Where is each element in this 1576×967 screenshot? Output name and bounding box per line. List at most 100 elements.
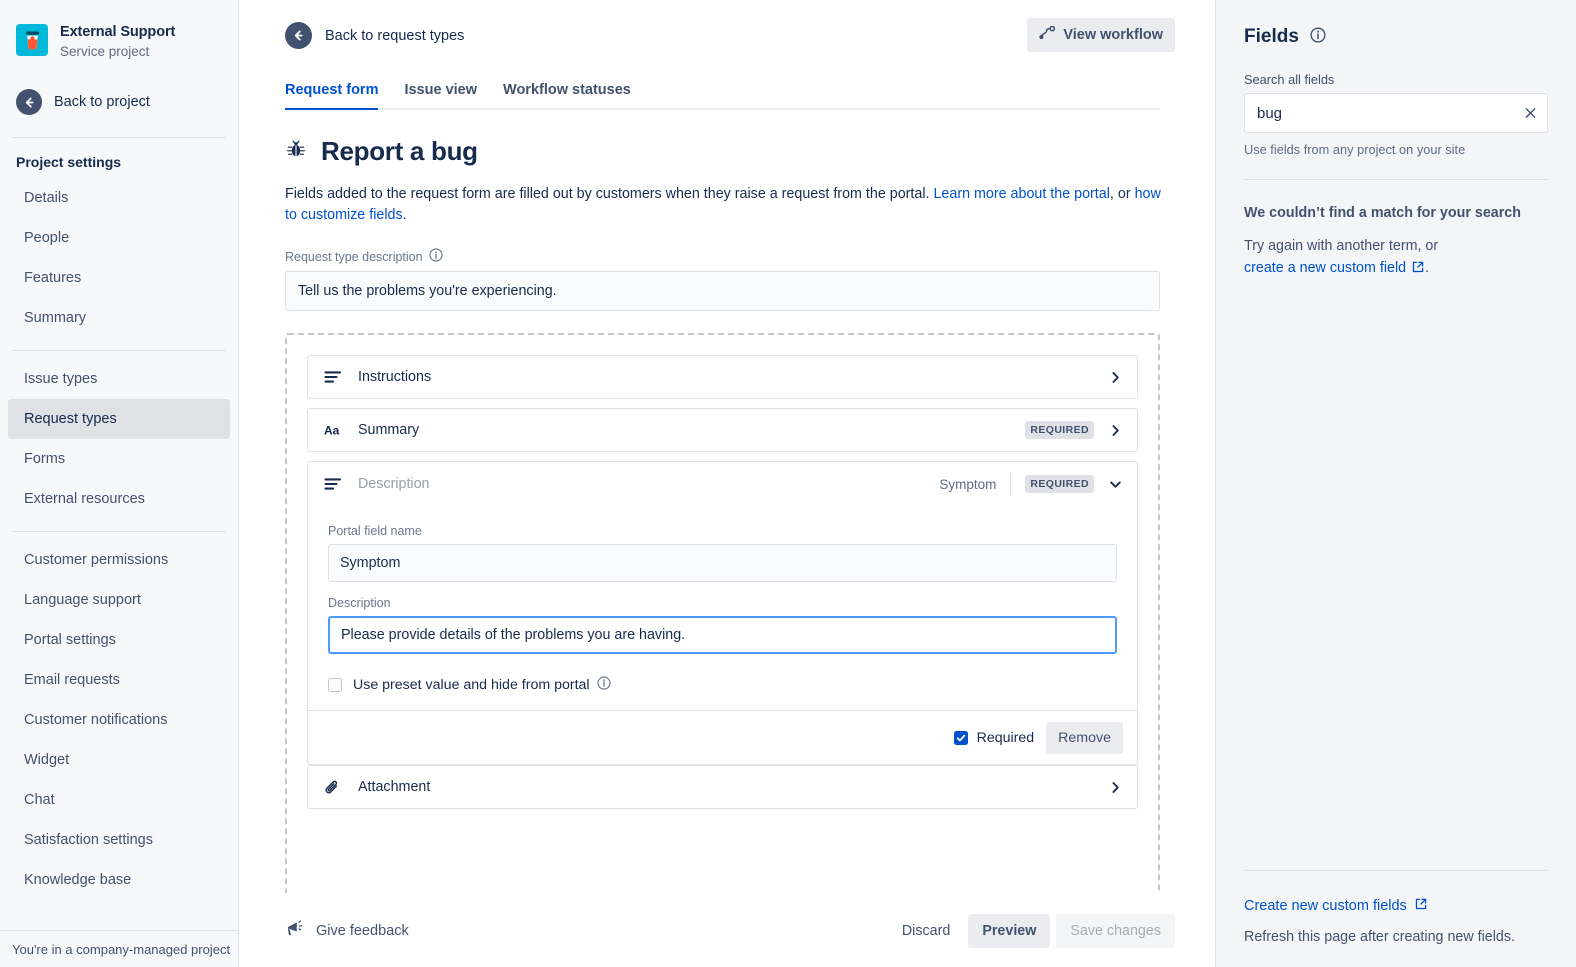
project-type: Service project: [60, 43, 175, 61]
fields-panel-bottom-divider: [1244, 870, 1548, 871]
search-all-fields-wrap: [1244, 93, 1548, 133]
use-preset-value-row[interactable]: Use preset value and hide from portal: [328, 676, 1117, 694]
info-icon[interactable]: [1310, 27, 1326, 48]
sidebar-scroll-area: External Support Service project Back to…: [0, 0, 238, 893]
tab-workflow-statuses[interactable]: Workflow statuses: [503, 82, 631, 110]
field-description-input[interactable]: [328, 616, 1117, 654]
chevron-right-icon[interactable]: [1108, 370, 1123, 385]
sidebar-item-issue-types[interactable]: Issue types: [8, 359, 230, 399]
preview-button[interactable]: Preview: [968, 914, 1050, 948]
portal-field-name-input[interactable]: [328, 544, 1117, 582]
sidebar-item-summary[interactable]: Summary: [8, 298, 230, 338]
main-content: Back to request types View workflow Requ…: [239, 0, 1216, 967]
view-workflow-button[interactable]: View workflow: [1027, 18, 1175, 52]
sidebar-item-chat[interactable]: Chat: [8, 780, 230, 820]
required-badge: REQUIRED: [1025, 475, 1094, 493]
sidebar-item-portal-settings[interactable]: Portal settings: [8, 620, 230, 660]
sidebar-project-header[interactable]: External Support Service project: [0, 0, 238, 67]
sidebar-item-language-support[interactable]: Language support: [8, 580, 230, 620]
fields-panel-divider: [1244, 179, 1548, 180]
megaphone-icon: [285, 919, 304, 942]
create-new-custom-fields-label: Create new custom fields: [1244, 898, 1407, 914]
try-again-text: Try again with another term, or: [1244, 238, 1438, 254]
sidebar-item-customer-permissions[interactable]: Customer permissions: [8, 540, 230, 580]
sidebar-item-external-resources[interactable]: External resources: [8, 479, 230, 519]
page-title-row: Report a bug: [285, 136, 1175, 167]
tab-request-form[interactable]: Request form: [285, 82, 378, 110]
create-new-custom-fields-link[interactable]: Create new custom fields: [1244, 897, 1548, 915]
blurb-text-3: .: [403, 207, 407, 223]
field-card-body: Portal field name Description Use preset…: [308, 506, 1137, 710]
sidebar-footer-note: You're in a company-managed project: [0, 930, 238, 967]
external-link-icon: [1414, 897, 1428, 915]
field-name-attachment: Attachment: [358, 779, 1108, 795]
required-badge: REQUIRED: [1025, 421, 1094, 439]
field-card-description: Description Symptom REQUIRED Portal fiel…: [307, 461, 1138, 765]
footer-actions: Discard Preview Save changes: [890, 914, 1175, 948]
request-type-description-label: Request type description: [285, 250, 423, 264]
use-preset-checkbox[interactable]: [328, 678, 342, 692]
learn-more-portal-link[interactable]: Learn more about the portal: [933, 186, 1109, 202]
chevron-down-icon[interactable]: [1108, 477, 1123, 492]
no-match-body: Try again with another term, or create a…: [1244, 235, 1548, 279]
field-card-footer: Required Remove: [308, 710, 1137, 764]
give-feedback-label: Give feedback: [316, 923, 409, 939]
page-title: Report a bug: [321, 136, 478, 167]
clear-search-icon[interactable]: [1523, 106, 1538, 121]
field-row-instructions[interactable]: Instructions: [307, 355, 1138, 399]
discard-button[interactable]: Discard: [890, 914, 962, 948]
refresh-note: Refresh this page after creating new fie…: [1244, 929, 1548, 945]
arrow-left-icon: [285, 22, 312, 49]
project-settings-sidebar: External Support Service project Back to…: [0, 0, 239, 967]
create-new-custom-field-link[interactable]: create a new custom field: [1244, 260, 1406, 276]
main-footer: Give feedback Discard Preview Save chang…: [239, 893, 1215, 967]
remove-field-button[interactable]: Remove: [1046, 722, 1123, 754]
form-description-blurb: Fields added to the request form are fil…: [285, 184, 1165, 226]
save-changes-button: Save changes: [1056, 914, 1175, 948]
field-name-summary: Summary: [358, 422, 1025, 438]
back-to-request-types-label: Back to request types: [325, 28, 464, 44]
back-to-request-types-link[interactable]: Back to request types: [285, 18, 464, 49]
field-name-instructions: Instructions: [358, 369, 1108, 385]
request-type-tabs: Request form Issue view Workflow statuse…: [285, 80, 1160, 110]
text-aa-icon: Aa: [324, 423, 346, 437]
chevron-right-icon[interactable]: [1108, 780, 1123, 795]
sidebar-item-customer-notifications[interactable]: Customer notifications: [8, 700, 230, 740]
required-checkbox[interactable]: [954, 731, 968, 745]
sidebar-item-email-requests[interactable]: Email requests: [8, 660, 230, 700]
required-checkbox-row[interactable]: Required: [954, 730, 1035, 746]
back-to-project-link[interactable]: Back to project: [0, 79, 238, 125]
search-all-fields-input[interactable]: [1244, 93, 1548, 133]
request-type-description-input[interactable]: [285, 271, 1160, 311]
project-name: External Support: [60, 23, 175, 41]
sidebar-item-details[interactable]: Details: [8, 178, 230, 218]
fields-panel-title: Fields: [1244, 26, 1299, 48]
sidebar-item-widget[interactable]: Widget: [8, 740, 230, 780]
portal-field-name-label: Portal field name: [328, 524, 1117, 538]
sidebar-item-knowledge-base[interactable]: Knowledge base: [8, 860, 230, 893]
info-icon[interactable]: [597, 676, 611, 694]
sidebar-item-forms[interactable]: Forms: [8, 439, 230, 479]
request-type-description-label-row: Request type description: [285, 248, 1175, 265]
field-preset-name-description: Symptom: [939, 477, 996, 492]
sidebar-item-request-types[interactable]: Request types: [8, 399, 230, 439]
field-row-summary[interactable]: Aa Summary REQUIRED: [307, 408, 1138, 452]
field-row-description[interactable]: Description Symptom REQUIRED: [308, 462, 1137, 506]
field-name-description: Description: [358, 476, 939, 492]
give-feedback-button[interactable]: Give feedback: [285, 919, 409, 942]
use-preset-label: Use preset value and hide from portal: [353, 677, 590, 693]
fields-panel-bottom: Create new custom fields Refresh this pa…: [1244, 870, 1548, 967]
tab-issue-view[interactable]: Issue view: [404, 82, 477, 110]
bug-icon: [285, 138, 307, 165]
sidebar-item-features[interactable]: Features: [8, 258, 230, 298]
chevron-right-icon[interactable]: [1108, 423, 1123, 438]
use-preset-label-wrap: Use preset value and hide from portal: [353, 676, 611, 694]
sidebar-item-people[interactable]: People: [8, 218, 230, 258]
field-row-attachment[interactable]: Attachment: [307, 765, 1138, 809]
sidebar-group-general: Details People Features Summary: [0, 178, 238, 338]
paragraph-lines-icon: [324, 370, 346, 384]
sidebar-item-satisfaction-settings[interactable]: Satisfaction settings: [8, 820, 230, 860]
request-form-canvas: Instructions Aa Summary REQUIRED: [285, 333, 1160, 915]
svg-text:Aa: Aa: [324, 424, 340, 438]
info-icon[interactable]: [429, 248, 443, 265]
